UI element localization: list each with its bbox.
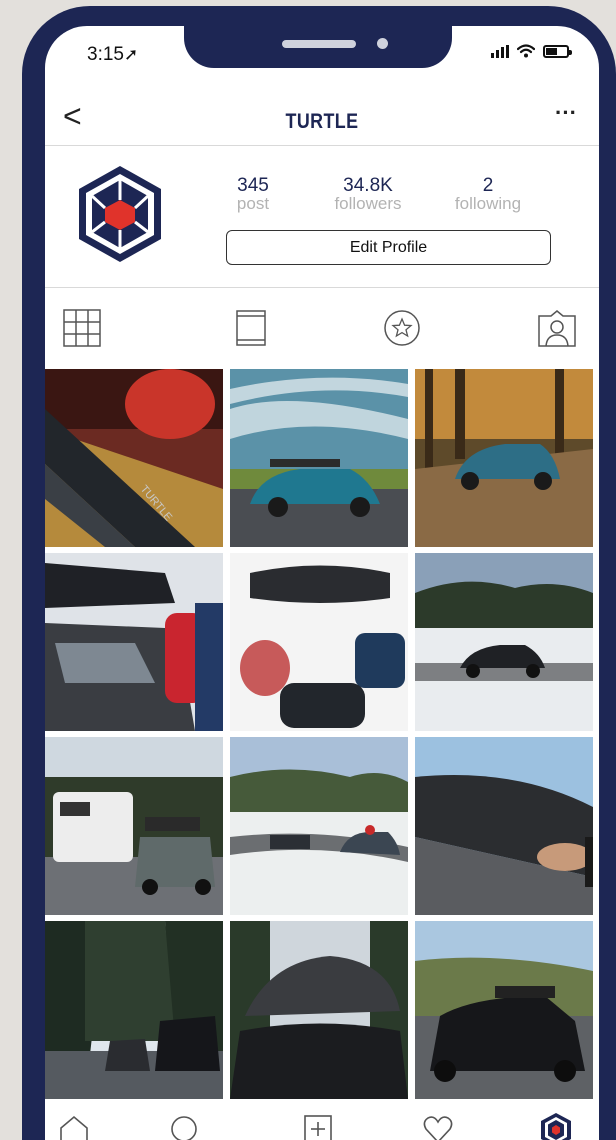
followers-label: followers: [334, 194, 402, 213]
following-count: 2: [482, 175, 494, 196]
post-tile[interactable]: [230, 921, 408, 1099]
signal-icon: [491, 44, 509, 58]
profile-header: < TURTLE ···: [45, 90, 599, 146]
search-icon[interactable]: [167, 1112, 201, 1140]
post-tile[interactable]: [230, 369, 408, 547]
battery-icon: [543, 44, 572, 58]
front-camera: [377, 38, 388, 49]
add-post-icon[interactable]: [301, 1112, 335, 1140]
post-tile[interactable]: [415, 369, 593, 547]
profile-logo-icon[interactable]: [539, 1112, 573, 1140]
posts-count: 345: [237, 175, 269, 196]
post-tile[interactable]: [45, 737, 223, 915]
tagged-icon[interactable]: [535, 308, 579, 348]
post-tile[interactable]: [230, 553, 408, 731]
app-screen: 3:15➚ < TURTLE ··· 345 post 34.8K follow…: [45, 26, 599, 1140]
back-button[interactable]: <: [63, 100, 82, 132]
status-icons: [491, 44, 572, 58]
post-tile[interactable]: [230, 737, 408, 915]
following-label: following: [454, 194, 522, 213]
grid-icon[interactable]: [60, 308, 104, 348]
avatar[interactable]: [75, 164, 165, 264]
single-post-icon[interactable]: [229, 308, 273, 348]
post-tile[interactable]: [415, 737, 593, 915]
location-arrow-icon: ➚: [123, 45, 139, 64]
more-options-button[interactable]: ···: [555, 100, 577, 126]
star-icon[interactable]: [380, 308, 424, 348]
post-tile[interactable]: TURTLE: [45, 369, 223, 547]
posts-label: post: [236, 194, 270, 213]
wifi-icon: [517, 44, 535, 58]
home-icon[interactable]: [57, 1112, 91, 1140]
profile-tabs: [45, 288, 599, 362]
profile-section: 345 post 34.8K followers 2 following Edi…: [45, 146, 599, 288]
post-tile[interactable]: [415, 921, 593, 1099]
post-tile[interactable]: [415, 553, 593, 731]
followers-stat[interactable]: 34.8K followers: [313, 176, 423, 213]
followers-count: 34.8K: [343, 175, 393, 196]
edit-profile-button[interactable]: Edit Profile: [226, 230, 551, 265]
status-time: 3:15➚: [87, 44, 139, 65]
page-title: TURTLE: [285, 110, 359, 133]
bottom-nav: [45, 1102, 599, 1140]
heart-icon[interactable]: [421, 1112, 455, 1140]
post-tile[interactable]: [45, 921, 223, 1099]
speaker-grille: [282, 40, 356, 48]
phone-notch: [184, 26, 452, 68]
post-tile[interactable]: [45, 553, 223, 731]
following-stat[interactable]: 2 following: [433, 176, 543, 213]
posts-stat[interactable]: 345 post: [198, 176, 308, 213]
